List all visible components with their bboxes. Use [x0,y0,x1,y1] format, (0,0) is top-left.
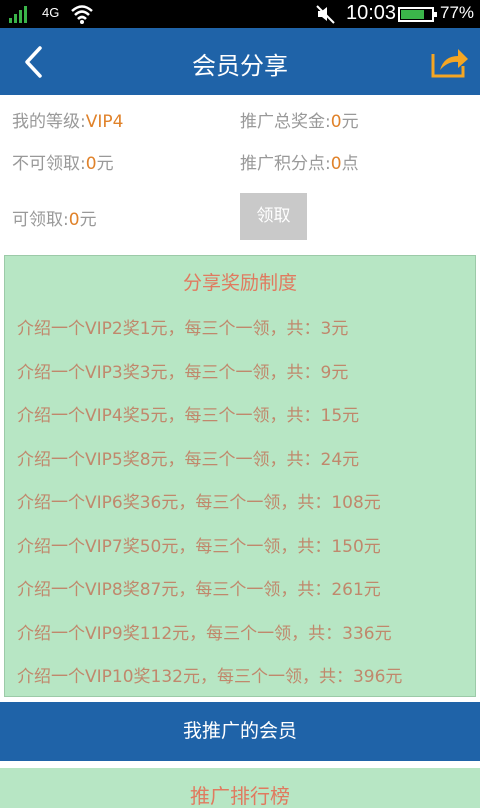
ranking-title: 推广排行榜 [190,784,290,808]
rule-item: 介绍一个VIP6奖36元，每三个一领，共：108元 [17,493,381,513]
claimable-label: 可领取: [12,210,69,230]
rule-item: 介绍一个VIP2奖1元，每三个一领，共：3元 [17,319,349,339]
points-row: 推广积分点:0点 [240,149,359,174]
claimable-value: 0 [68,210,80,230]
battery-icon [398,7,437,22]
level-label: 我的等级: [12,112,86,132]
points-label: 推广积分点: [240,154,331,174]
rule-item: 介绍一个VIP4奖5元，每三个一领，共：15元 [17,406,360,426]
rule-item: 介绍一个VIP3奖3元，每三个一领，共：9元 [17,363,349,383]
claim-button[interactable]: 领取 [240,193,307,240]
mute-icon [316,5,335,24]
rule-item: 介绍一个VIP8奖87元，每三个一领，共：261元 [17,580,381,600]
share-icon[interactable] [430,46,470,78]
status-bar: 4G 10:03 77% [0,0,480,28]
battery-percent: 77% [440,3,475,22]
network-type: 4G [42,5,60,20]
rule-item: 介绍一个VIP10奖132元，每三个一领，共：396元 [17,667,403,687]
total-bonus-row: 推广总奖金:0元 [240,107,359,132]
rule-item: 介绍一个VIP5奖8元，每三个一领，共：24元 [17,450,360,470]
points-unit: 点 [341,154,359,174]
clock: 10:03 [346,2,397,24]
points-value: 0 [330,154,342,174]
ranking-panel: 推广排行榜 [0,768,480,808]
total-bonus-label: 推广总奖金: [240,112,331,132]
my-members-button[interactable]: 我推广的会员 [0,702,480,761]
unclaimable-row: 不可领取:0元 [12,149,114,174]
level-row: 我的等级:VIP4 [12,107,123,132]
unclaimable-unit: 元 [96,154,114,174]
unclaimable-label: 不可领取: [12,154,86,174]
page-title: 会员分享 [192,52,288,80]
claimable-row: 可领取:0元 [12,205,97,230]
wifi-icon [71,5,93,24]
battery-level [401,10,425,19]
rules-title: 分享奖励制度 [182,272,297,294]
total-bonus-value: 0 [330,112,342,132]
claimable-unit: 元 [79,210,97,230]
unclaimable-value: 0 [85,154,97,174]
signal-icon [9,6,27,23]
level-value: VIP4 [85,112,124,132]
title-bar: 会员分享 [0,28,480,95]
reward-rules-panel: 分享奖励制度 介绍一个VIP2奖1元，每三个一领，共：3元 介绍一个VIP3奖3… [4,255,476,697]
total-bonus-unit: 元 [341,112,359,132]
rule-item: 介绍一个VIP7奖50元，每三个一领，共：150元 [17,537,381,557]
member-info: 我的等级:VIP4 推广总奖金:0元 不可领取:0元 推广积分点:0点 可领取:… [0,95,480,255]
rule-item: 介绍一个VIP9奖112元，每三个一领，共：336元 [17,624,392,644]
